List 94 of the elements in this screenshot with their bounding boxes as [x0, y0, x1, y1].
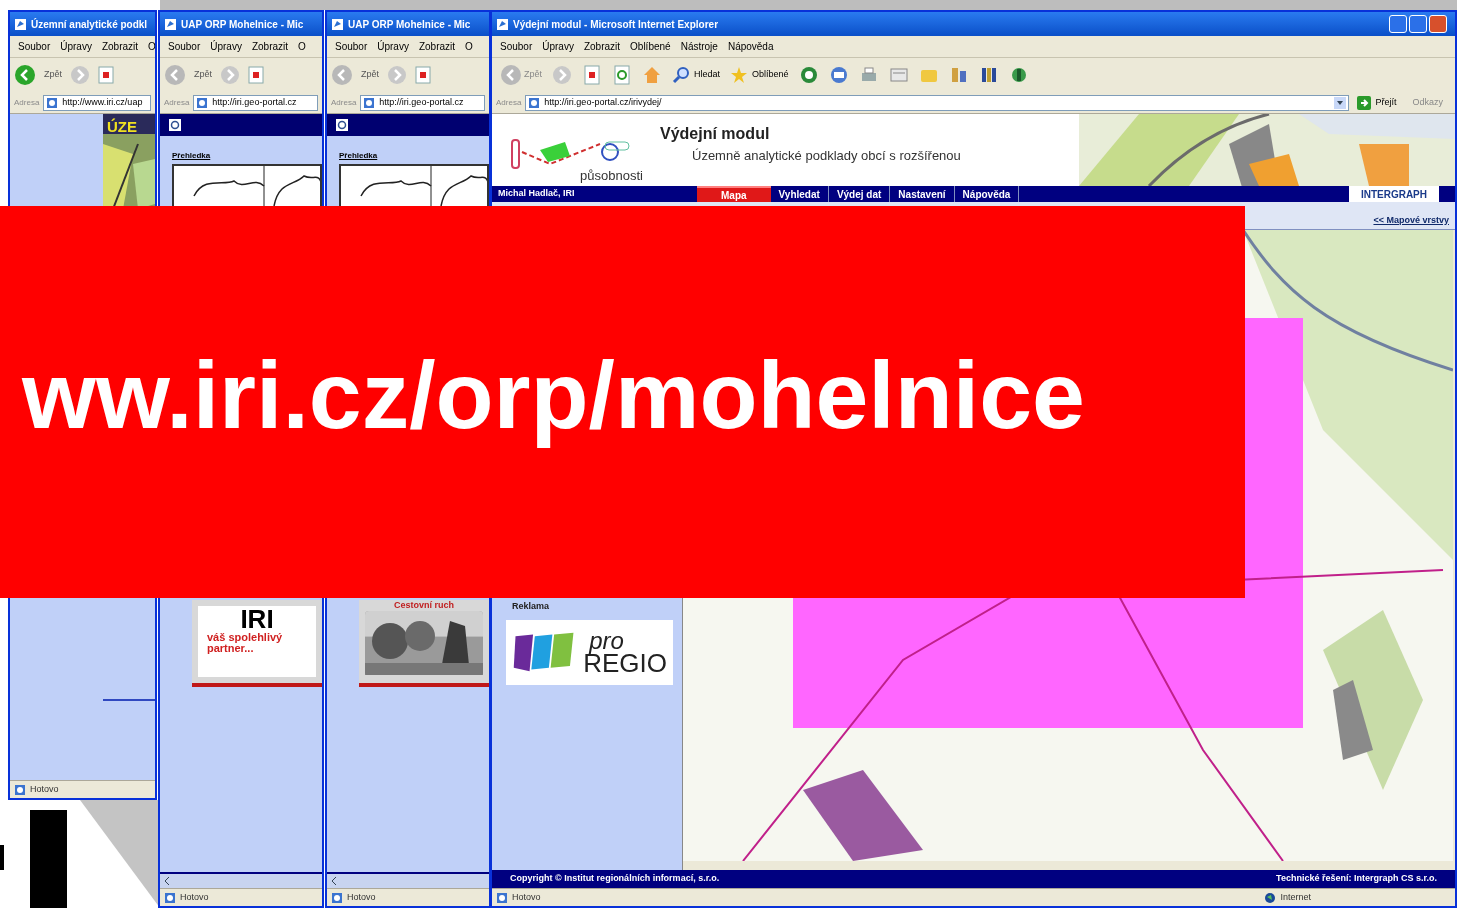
menu-item[interactable]: O — [298, 39, 306, 54]
card-caption: Cestovní ruch — [393, 600, 455, 611]
maximize-button[interactable] — [1409, 15, 1427, 33]
menu-item[interactable]: Nápověda — [727, 39, 774, 54]
menu-item[interactable]: Úpravy — [210, 39, 242, 54]
menu-item[interactable]: Soubor — [18, 39, 51, 54]
menu-item[interactable]: Úpravy — [542, 39, 574, 54]
dropdown-icon[interactable] — [1334, 96, 1347, 109]
partner-logo: INTERGRAPH — [1348, 186, 1439, 202]
module-subtitle: Územně analytické podklady obcí s rozšířenou — [692, 147, 961, 165]
section-heading: Přehledka — [339, 150, 379, 162]
favorites-button[interactable]: Oblíbené — [730, 66, 789, 84]
banner-url: ww.iri.cz/orp/mohelnice — [21, 340, 1085, 450]
menu-item[interactable]: Soubor — [168, 39, 201, 54]
module-title: Výdejní modul — [660, 124, 771, 144]
browser-icon — [14, 17, 27, 31]
address-label: Adresa — [164, 96, 190, 109]
address-label: Adresa — [331, 96, 357, 109]
browser-icon — [164, 17, 177, 31]
go-button[interactable]: Přejít — [1353, 95, 1401, 110]
brand-logo: IRI — [240, 606, 274, 632]
page-icon — [496, 891, 508, 904]
address-label: Adresa — [14, 96, 40, 109]
minimize-button[interactable] — [1389, 15, 1407, 33]
banner-text: ÚZE — [107, 117, 137, 137]
scroll-left-icon[interactable] — [331, 877, 337, 885]
address-field[interactable]: http://iri.geo-portal.cz — [193, 94, 318, 111]
scroll-left-icon[interactable] — [164, 877, 170, 885]
back-label[interactable]: Zpět — [44, 68, 62, 82]
slide-bar — [0, 845, 4, 870]
browser-icon — [331, 17, 344, 31]
refresh-icon[interactable] — [168, 118, 182, 132]
close-button[interactable] — [1429, 15, 1447, 33]
menu-item[interactable]: Zobrazit — [251, 39, 289, 54]
menu-item[interactable]: Oblíbené — [630, 39, 671, 54]
page-icon — [14, 783, 26, 796]
status-text: Hotovo — [30, 782, 59, 796]
logo-tagline: váš spolehlivý partner... — [207, 632, 284, 654]
window-title: Výdejní modul - Microsoft Internet Explorer — [513, 17, 719, 32]
page-icon — [331, 891, 343, 904]
status-text: Hotovo — [512, 890, 541, 904]
menu-item[interactable]: Zobrazit — [583, 39, 621, 54]
menu-item[interactable]: Soubor — [500, 39, 533, 54]
ad-logo[interactable]: pro REGIO — [506, 619, 673, 685]
menu-item[interactable]: O — [465, 39, 473, 54]
stop-icon[interactable] — [415, 66, 431, 84]
window-title: UAP ORP Mohelnice - Mic — [181, 17, 304, 32]
scroll-bar[interactable] — [160, 872, 322, 888]
photo-card[interactable]: Cestovní ruch — [359, 600, 489, 687]
address-label: Adresa — [496, 96, 522, 109]
user-name: Michal Hadlač, IRI — [497, 187, 576, 201]
browser-icon — [496, 17, 509, 31]
page-icon — [46, 96, 59, 109]
scroll-bar[interactable] — [327, 872, 489, 888]
stop-icon[interactable] — [98, 66, 114, 84]
section-heading: Přehledka — [172, 150, 212, 162]
copyright-text: Copyright © Institut regionálních informací, s.r.o. — [510, 872, 720, 886]
status-text: Hotovo — [347, 890, 376, 904]
menu-item[interactable]: Zobrazit — [101, 39, 139, 54]
window-title: Územní analytické podkl — [31, 17, 148, 32]
menu-item[interactable]: Soubor — [335, 39, 368, 54]
go-arrow-icon — [1357, 95, 1372, 110]
globe-icon — [1264, 891, 1277, 904]
zone-text: Internet — [1280, 890, 1311, 904]
back-label[interactable]: Zpět — [194, 68, 212, 82]
star-icon — [730, 66, 749, 84]
address-field[interactable]: http://www.iri.cz/uap — [43, 94, 151, 111]
search-button[interactable]: Hledat — [672, 66, 721, 84]
page-icon — [196, 96, 209, 109]
page-icon — [164, 891, 176, 904]
layers-link[interactable]: << Mapové vrstvy — [1373, 213, 1449, 227]
menu-item[interactable]: O — [148, 39, 155, 54]
stop-icon[interactable] — [248, 66, 264, 84]
menu-item[interactable]: Nástroje — [680, 39, 718, 54]
sidebar-heading: Reklama — [512, 600, 551, 613]
logo-card[interactable]: IRI váš spolehlivý partner... — [192, 600, 322, 687]
status-text: Hotovo — [180, 890, 209, 904]
module-subtitle: působnosti — [580, 166, 644, 185]
address-field[interactable]: http://iri.geo-portal.cz/irivydej/ — [525, 94, 1350, 111]
search-icon — [672, 66, 690, 84]
window-title: UAP ORP Mohelnice - Mic — [348, 17, 471, 32]
menu-item[interactable]: Úpravy — [377, 39, 409, 54]
stop-icon[interactable] — [582, 65, 602, 85]
page-icon — [528, 96, 541, 109]
refresh-icon[interactable] — [335, 118, 349, 132]
menu-item[interactable]: Úpravy — [60, 39, 92, 54]
page-icon — [363, 96, 376, 109]
back-icon[interactable] — [14, 64, 36, 86]
address-field[interactable]: http://iri.geo-portal.cz — [360, 94, 485, 111]
back-label[interactable]: Zpět — [361, 68, 379, 82]
menu-item[interactable]: Zobrazit — [418, 39, 456, 54]
nav-tab[interactable]: Mapa — [697, 186, 771, 202]
credits-text: Technické řešení: Intergraph CS s.r.o. — [1276, 872, 1437, 886]
ad-text: pro — [589, 630, 625, 652]
